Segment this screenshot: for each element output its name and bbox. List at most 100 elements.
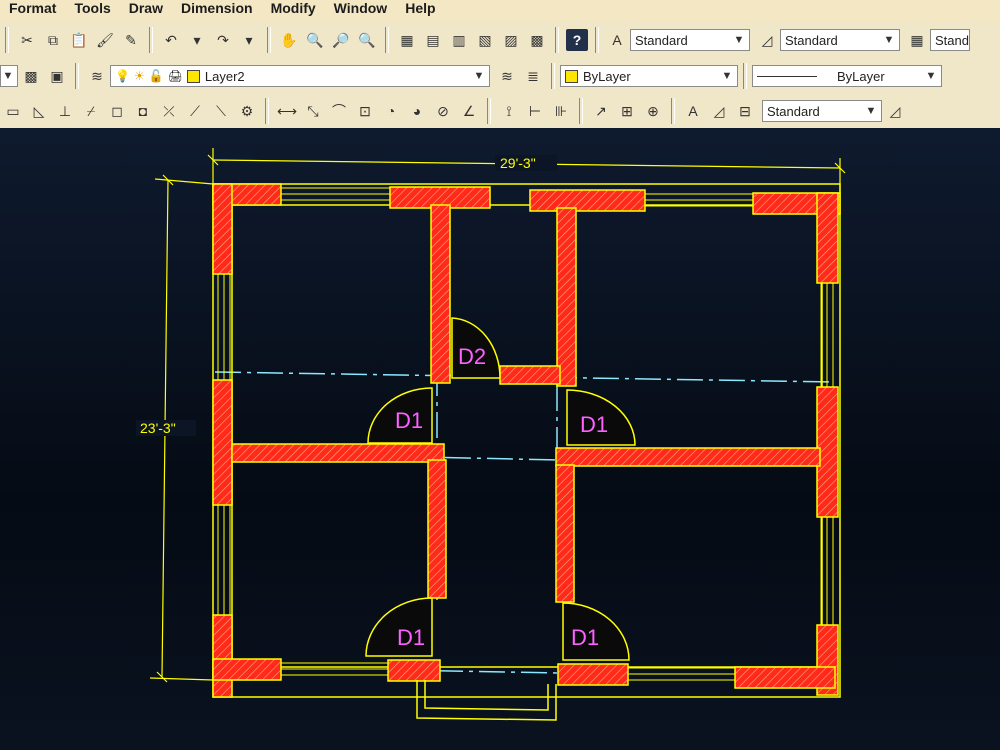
layers-toolbar: ▼ ▩ ▣ ≋ 💡 ☀ 🔓 🖨 Layer2 ▼ ≋ ≣ ByLayer ▼ B… bbox=[0, 58, 1000, 95]
table-style-combo[interactable]: Stand bbox=[930, 29, 970, 51]
chevron-down-icon[interactable]: ▼ bbox=[719, 67, 735, 85]
menu-format[interactable]: Format bbox=[0, 0, 65, 17]
menu-draw[interactable]: Draw bbox=[120, 0, 172, 17]
height-dimension: 23'-3" bbox=[140, 420, 176, 436]
quick-leader-icon[interactable]: ↗ bbox=[590, 100, 612, 122]
undo-icon[interactable]: ↶ bbox=[160, 29, 182, 51]
radius-icon[interactable]: ◔ bbox=[380, 100, 402, 122]
dimension-edit-icon[interactable]: A bbox=[682, 100, 704, 122]
pan-icon[interactable]: ✋ bbox=[278, 29, 300, 51]
continue-icon[interactable]: ⊪ bbox=[550, 100, 572, 122]
apparent-intersection-icon[interactable]: ⟋ bbox=[184, 100, 206, 122]
toolbar-separator bbox=[75, 63, 79, 89]
menu-help[interactable]: Help bbox=[396, 0, 444, 17]
sheet-set-icon[interactable]: ▧ bbox=[474, 29, 496, 51]
toolbar-separator bbox=[671, 98, 675, 124]
tangent-icon[interactable]: ⌿ bbox=[80, 100, 102, 122]
dimension-style-manager-icon[interactable]: ◿ bbox=[884, 100, 906, 122]
help-icon[interactable]: ? bbox=[566, 29, 588, 51]
copy-icon[interactable]: ⧉ bbox=[42, 29, 64, 51]
insert-icon[interactable]: ◘ bbox=[132, 100, 154, 122]
perpendicular-icon[interactable]: ⊥ bbox=[54, 100, 76, 122]
drawing-canvas[interactable]: D2 D1 D1 D1 D1 29'-3" 23'-3" bbox=[0, 128, 1000, 750]
layer-combo[interactable]: 💡 ☀ 🔓 🖨 Layer2 ▼ bbox=[110, 65, 490, 87]
text-style-value: Standard bbox=[635, 32, 688, 48]
toolbar-separator bbox=[555, 27, 559, 53]
chevron-down-icon[interactable]: ▼ bbox=[0, 67, 16, 85]
zoom-window-icon[interactable]: 🔎 bbox=[330, 29, 352, 51]
chevron-down-icon[interactable]: ▼ bbox=[923, 67, 939, 85]
calculator-icon[interactable]: ▩ bbox=[526, 29, 548, 51]
lightbulb-icon: 💡 bbox=[115, 69, 130, 83]
redo-icon[interactable]: ↷ bbox=[212, 29, 234, 51]
menu-window[interactable]: Window bbox=[325, 0, 397, 17]
match-properties-icon[interactable]: 🖌 bbox=[94, 29, 116, 51]
chevron-down-icon[interactable]: ▼ bbox=[471, 67, 487, 85]
center-lines bbox=[214, 370, 836, 674]
center-mark-icon[interactable]: ⊕ bbox=[642, 100, 664, 122]
toolbar-separator bbox=[385, 27, 389, 53]
standard-toolbar: ✂ ⧉ 📋 🖌 ✎ ↶ ▾ ↷ ▾ ✋ 🔍 🔎 🔍 ▦ ▤ ▥ ▧ ▨ ▩ ? … bbox=[0, 22, 1000, 59]
tool-palettes-icon[interactable]: ▥ bbox=[448, 29, 470, 51]
interior-walls bbox=[231, 204, 821, 603]
door-label-d1: D1 bbox=[397, 625, 425, 650]
make-current-layer-icon[interactable]: ≋ bbox=[496, 65, 518, 87]
toolbar-separator bbox=[743, 63, 747, 89]
quick-dimension-icon[interactable]: ⟟ bbox=[498, 100, 520, 122]
aligned-dimension-icon[interactable]: ⤡ bbox=[302, 100, 324, 122]
menu-tools[interactable]: Tools bbox=[65, 0, 119, 17]
lock-icon: 🔓 bbox=[148, 69, 164, 83]
dimension-style-combo-2[interactable]: Standard ▼ bbox=[762, 100, 882, 122]
dimension-style-value: Standard bbox=[785, 32, 838, 48]
block-editor-icon[interactable]: ✎ bbox=[120, 29, 142, 51]
diameter-icon[interactable]: ⊘ bbox=[432, 100, 454, 122]
redo-dropdown-icon[interactable]: ▾ bbox=[238, 29, 260, 51]
angular-icon[interactable]: ∠ bbox=[458, 100, 480, 122]
dimension-update-icon[interactable]: ⊟ bbox=[734, 100, 756, 122]
toolbar-separator bbox=[265, 98, 269, 124]
sun-icon: ☀ bbox=[133, 69, 145, 83]
nearest-icon[interactable]: ⤫ bbox=[158, 100, 180, 122]
linear-dimension-icon[interactable]: ⟷ bbox=[276, 100, 298, 122]
chevron-down-icon[interactable]: ▼ bbox=[731, 31, 747, 49]
markup-icon[interactable]: ▨ bbox=[500, 29, 522, 51]
width-dimension: 29'-3" bbox=[500, 155, 536, 171]
ordinate-icon[interactable]: ⊡ bbox=[354, 100, 376, 122]
quadrant-icon[interactable]: ◻ bbox=[106, 100, 128, 122]
osnap-settings-icon[interactable]: ⚙ bbox=[236, 100, 258, 122]
rectangle-icon[interactable]: ▭ bbox=[2, 100, 24, 122]
paste-icon[interactable]: 📋 bbox=[68, 29, 90, 51]
menu-dimension[interactable]: Dimension bbox=[172, 0, 262, 17]
arc-length-icon[interactable]: ⌒ bbox=[328, 100, 350, 122]
windows bbox=[217, 187, 834, 681]
porch bbox=[416, 680, 557, 721]
workspace-combo[interactable]: ▼ bbox=[0, 65, 18, 87]
undo-dropdown-icon[interactable]: ▾ bbox=[186, 29, 208, 51]
linetype-combo[interactable]: ByLayer ▼ bbox=[752, 65, 942, 87]
extension-icon[interactable]: ⟍ bbox=[210, 100, 232, 122]
zoom-previous-icon[interactable]: 🔍 bbox=[356, 29, 378, 51]
draw-dimension-toolbar: ▭ ◺ ⊥ ⌿ ◻ ◘ ⤫ ⟋ ⟍ ⚙ ⟷ ⤡ ⌒ ⊡ ◔ ◕ ⊘ ∠ ⟟ ⊢ … bbox=[0, 94, 1000, 129]
layer-previous-2-icon[interactable]: ≣ bbox=[522, 65, 544, 87]
layer-states-icon[interactable]: ▩ bbox=[20, 65, 42, 87]
menu-bar: Format Tools Draw Dimension Modify Windo… bbox=[0, 0, 1000, 22]
baseline-icon[interactable]: ⊢ bbox=[524, 100, 546, 122]
zoom-realtime-icon[interactable]: 🔍 bbox=[304, 29, 326, 51]
chevron-down-icon[interactable]: ▼ bbox=[863, 102, 879, 120]
properties-icon[interactable]: ▦ bbox=[396, 29, 418, 51]
chevron-down-icon[interactable]: ▼ bbox=[881, 31, 897, 49]
snap-icon[interactable]: ◺ bbox=[28, 100, 50, 122]
layer-previous-icon[interactable]: ▣ bbox=[46, 65, 68, 87]
design-center-icon[interactable]: ▤ bbox=[422, 29, 444, 51]
toolbar-separator bbox=[5, 27, 9, 53]
dimension-style-combo[interactable]: Standard ▼ bbox=[780, 29, 900, 51]
tolerance-icon[interactable]: ⊞ bbox=[616, 100, 638, 122]
layer-manager-icon[interactable]: ≋ bbox=[86, 65, 108, 87]
dimension-text-edit-icon[interactable]: ◿ bbox=[708, 100, 730, 122]
text-style-combo[interactable]: Standard ▼ bbox=[630, 29, 750, 51]
cut-icon[interactable]: ✂ bbox=[16, 29, 38, 51]
color-combo[interactable]: ByLayer ▼ bbox=[560, 65, 738, 87]
menu-modify[interactable]: Modify bbox=[262, 0, 325, 17]
plot-icon: 🖨 bbox=[167, 69, 183, 83]
jogged-icon[interactable]: ◕ bbox=[406, 100, 428, 122]
